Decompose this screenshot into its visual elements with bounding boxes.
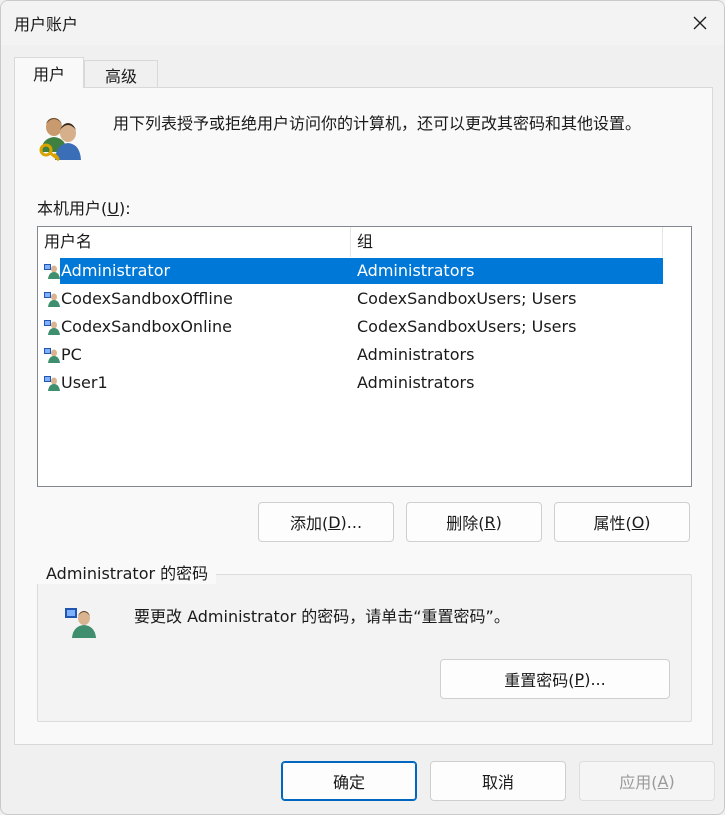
intro-text: 用下列表授予或拒绝用户访问你的计算机，还可以更改其密码和其他设置。: [113, 114, 642, 133]
user-icon: [44, 320, 60, 335]
tab-advanced[interactable]: 高级: [84, 60, 158, 88]
table-row[interactable]: CodexSandboxOnline CodexSandboxUsers; Use…: [38, 313, 691, 341]
add-button[interactable]: 添加(D)...: [258, 502, 394, 542]
list-header: 用户名 组: [38, 227, 691, 257]
username-cell: PC: [61, 345, 82, 364]
column-header-username[interactable]: 用户名: [38, 227, 351, 257]
password-groupbox: 要更改 Administrator 的密码，请单击“重置密码”。 重置密码(P)…: [37, 574, 692, 722]
ok-button[interactable]: 确定: [281, 761, 417, 801]
username-cell: User1: [61, 373, 108, 392]
close-icon: [693, 16, 707, 30]
username-cell: Administrator: [61, 261, 171, 280]
user-accounts-dialog: 用户账户 用户 高级 用下列表授予或拒绝用户访问你的计算机，还可以更改其密码和其…: [0, 0, 725, 815]
users-tab-panel: 用下列表授予或拒绝用户访问你的计算机，还可以更改其密码和其他设置。 本机用户(U…: [14, 87, 713, 745]
user-icon: [44, 264, 60, 279]
table-row[interactable]: PC Administrators: [38, 341, 691, 369]
properties-button[interactable]: 属性(O): [554, 502, 690, 542]
cancel-button[interactable]: 取消: [430, 761, 566, 801]
list-rows: Administrator Administrators CodexSandboxO…: [38, 257, 691, 397]
title-bar: 用户账户: [1, 1, 724, 45]
user-icon: [44, 376, 60, 391]
table-row[interactable]: User1 Administrators: [38, 369, 691, 397]
password-hint-text: 要更改 Administrator 的密码，请单击“重置密码”。: [134, 607, 510, 626]
table-row[interactable]: Administrator Administrators: [38, 257, 691, 285]
users-list[interactable]: 用户名 组 Administrator Administrators CodexSa…: [37, 226, 692, 487]
group-cell: CodexSandboxUsers; Users: [357, 289, 577, 308]
window-title: 用户账户: [14, 15, 79, 34]
user-icon: [44, 348, 60, 363]
username-cell: CodexSandboxOffline: [61, 289, 233, 308]
column-header-group[interactable]: 组: [351, 227, 663, 257]
group-cell: Administrators: [357, 345, 475, 364]
password-groupbox-title: Administrator 的密码: [37, 564, 217, 584]
tab-users[interactable]: 用户: [14, 57, 84, 88]
user-icon: [65, 608, 96, 638]
close-button[interactable]: [676, 1, 724, 45]
group-cell: Administrators: [357, 261, 475, 280]
apply-button[interactable]: 应用(A): [579, 761, 715, 801]
delete-button[interactable]: 删除(R): [406, 502, 542, 542]
reset-password-button[interactable]: 重置密码(P)...: [440, 659, 670, 699]
user-icon: [44, 292, 60, 307]
table-row[interactable]: CodexSandboxOffline CodexSandboxUsers; Us…: [38, 285, 691, 313]
username-cell: CodexSandboxOnline: [61, 317, 232, 336]
users-keys-icon: [39, 118, 81, 162]
group-cell: Administrators: [357, 373, 475, 392]
local-users-label: 本机用户(U):: [37, 199, 131, 218]
group-cell: CodexSandboxUsers; Users: [357, 317, 577, 336]
